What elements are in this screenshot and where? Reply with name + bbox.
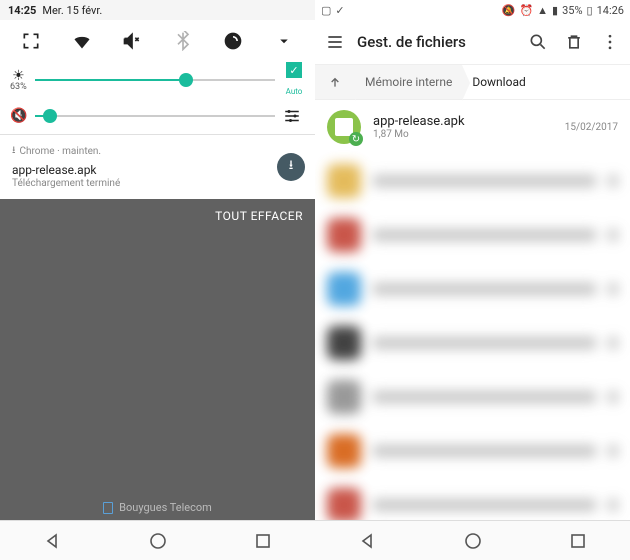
signal-icon: ▮ [552, 4, 558, 17]
status-bar: 14:25 Mer. 15 févr. [0, 0, 315, 20]
file-manager-pane: ▢ ✓ 🔕 ⏰ ▲ ▮ 35% ▯ 14:26 Gest. de fichier… [315, 0, 630, 560]
fullscreen-icon[interactable] [15, 25, 47, 57]
file-name: app-release.apk [373, 114, 553, 129]
back-button[interactable] [356, 529, 380, 553]
wifi-icon: ▲ [537, 4, 548, 17]
brightness-percent: 63% [10, 83, 27, 92]
search-icon[interactable] [524, 28, 552, 56]
file-row-hidden: xxxxxxxxxx [315, 478, 630, 520]
breadcrumb-item-1[interactable]: Download [462, 65, 535, 99]
back-button[interactable] [41, 529, 65, 553]
file-date: 15/02/2017 [565, 122, 618, 133]
file-row-hidden: xxxxxxxxxx [315, 370, 630, 424]
image-icon: ▢ [321, 4, 331, 17]
wifi-icon[interactable] [66, 25, 98, 57]
battery-icon: ▯ [587, 4, 593, 17]
breadcrumb-item-0[interactable]: Mémoire interne [355, 65, 462, 99]
nfc-icon[interactable] [217, 25, 249, 57]
brightness-slider[interactable] [35, 71, 275, 89]
notification-shade-pane: 14:25 Mer. 15 févr. ☀ 63% ✓ Auto 🔇 [0, 0, 315, 560]
breadcrumb-up[interactable] [315, 65, 355, 99]
status-date: Mer. 15 févr. [42, 4, 102, 17]
tune-icon[interactable] [283, 107, 305, 125]
check-icon: ✓ [335, 4, 344, 17]
recents-button[interactable] [251, 529, 275, 553]
download-icon: ⭳ [12, 143, 16, 160]
status-time: 14:26 [597, 4, 624, 17]
brightness-icon: ☀ 63% [10, 69, 27, 92]
volume-mute-icon[interactable] [116, 25, 148, 57]
navigation-bar [315, 520, 630, 560]
clear-all-button[interactable]: TOUT EFFACER [0, 199, 315, 233]
home-button[interactable] [146, 529, 170, 553]
notification-title: app-release.apk [12, 163, 267, 177]
battery-percent: 35% [562, 4, 582, 17]
expand-icon[interactable] [268, 25, 300, 57]
app-title: Gest. de fichiers [357, 33, 516, 51]
auto-brightness-toggle[interactable]: ✓ Auto [283, 62, 305, 98]
volume-off-icon: 🔇 [10, 108, 27, 124]
volume-slider[interactable] [35, 107, 275, 125]
notification-source: ⭳ Chrome · mainten. [12, 143, 267, 160]
volume-row: 🔇 [0, 98, 315, 134]
notification-subtitle: Téléchargement terminé [12, 178, 267, 189]
file-row-hidden: xxxxxxxxxx [315, 262, 630, 316]
recents-button[interactable] [566, 529, 590, 553]
alarm-icon: ⏰ [519, 4, 533, 17]
notification-action-icon[interactable]: ⭳ [277, 153, 305, 181]
sim-icon [103, 502, 113, 514]
home-button[interactable] [461, 529, 485, 553]
menu-icon[interactable] [321, 28, 349, 56]
overflow-icon[interactable] [596, 28, 624, 56]
navigation-bar [0, 520, 315, 560]
app-bar: Gest. de fichiers [315, 20, 630, 64]
breadcrumb: Mémoire interne Download [315, 64, 630, 100]
file-row-hidden: xxxxxxxxxx [315, 316, 630, 370]
download-notification[interactable]: ⭳ Chrome · mainten. app-release.apk Télé… [0, 135, 315, 199]
file-row-hidden: xxxxxxxxxx [315, 424, 630, 478]
mute-icon: 🔕 [502, 4, 516, 17]
file-row-hidden: xxxxxxxxxx [315, 154, 630, 208]
file-row-apk[interactable]: app-release.apk 1,87 Mo 15/02/2017 [315, 100, 630, 154]
shade-background [0, 233, 315, 495]
apk-icon [327, 110, 361, 144]
trash-icon[interactable] [560, 28, 588, 56]
brightness-row: ☀ 63% ✓ Auto [0, 62, 315, 98]
file-size: 1,87 Mo [373, 129, 553, 140]
status-bar: ▢ ✓ 🔕 ⏰ ▲ ▮ 35% ▯ 14:26 [315, 0, 630, 20]
file-list: app-release.apk 1,87 Mo 15/02/2017 xxxxx… [315, 100, 630, 520]
file-row-hidden: xxxxxxxxxx [315, 208, 630, 262]
carrier-label: Bouygues Telecom [0, 495, 315, 520]
status-time: 14:25 [8, 4, 36, 17]
quick-settings-row [0, 20, 315, 62]
bluetooth-off-icon[interactable] [167, 25, 199, 57]
